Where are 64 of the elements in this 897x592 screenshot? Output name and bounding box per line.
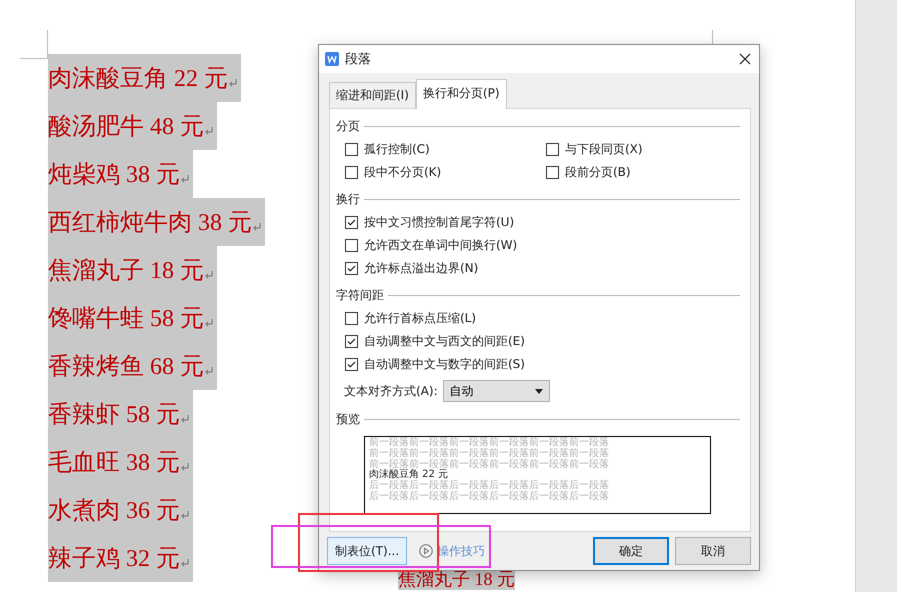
menu-item-text: 香辣烤鱼 68 元 <box>48 353 204 382</box>
align-dropdown[interactable]: 自动 <box>442 380 550 402</box>
checkbox-label: 允许标点溢出边界(N) <box>364 260 478 276</box>
dropdown-arrow-icon <box>534 388 543 394</box>
checkbox-label: 与下段同页(X) <box>565 140 643 158</box>
ok-button[interactable]: 确定 <box>593 537 669 565</box>
paragraph-mark-icon <box>205 367 213 375</box>
paragraph-mark-icon <box>181 511 189 519</box>
checkbox[interactable] <box>345 216 358 228</box>
checkbox-label: 孤行控制(C) <box>364 140 430 158</box>
checkbox[interactable] <box>345 262 358 274</box>
dialog-title: 段落 <box>345 51 372 68</box>
paragraph-mark-icon <box>181 463 189 471</box>
align-label: 文本对齐方式(A): <box>344 382 438 400</box>
preview-filler-text: 前一段落前一段落前一段落前一段落前一段落前一段落 <box>369 448 610 459</box>
tabs-button[interactable]: 制表位(T)... <box>327 537 408 565</box>
checkbox[interactable] <box>546 142 559 156</box>
section-title: 预览 <box>336 410 360 428</box>
paragraph-mark-icon <box>181 415 189 423</box>
checkbox[interactable] <box>546 166 559 178</box>
play-icon[interactable] <box>419 544 434 558</box>
section-title: 分页 <box>336 118 360 134</box>
checkbox[interactable] <box>345 334 358 348</box>
close-icon[interactable] <box>737 51 753 67</box>
menu-item-text: 肉沫酸豆角 22 元 <box>48 65 228 94</box>
paragraph-mark-icon <box>205 271 213 279</box>
menu-item-text: 西红柿炖牛肉 38 元 <box>48 209 252 238</box>
checkbox[interactable] <box>345 312 358 324</box>
checkbox[interactable] <box>345 238 358 252</box>
checkbox-label: 段中不分页(K) <box>364 164 442 180</box>
checkbox-label: 按中文习惯控制首尾字符(U) <box>364 214 514 230</box>
preview-filler-text: 后一段落后一段落后一段落后一段落后一段落后一段落 <box>369 492 610 503</box>
checkbox-label: 允许行首标点压缩(L) <box>364 310 476 326</box>
dialog-tab[interactable]: 换行和分页(P) <box>416 79 507 109</box>
menu-item-text: 馋嘴牛蛙 58 元 <box>48 305 204 334</box>
preview-filler-text: 前一段落前一段落前一段落前一段落前一段落前一段落 <box>369 460 610 470</box>
paragraph-mark-icon <box>181 559 189 567</box>
paragraph-mark-icon <box>205 319 213 327</box>
checkbox-label: 自动调整中文与西文的间距(E) <box>364 332 525 350</box>
menu-item-text: 香辣虾 58 元 <box>48 401 180 430</box>
checkbox[interactable] <box>345 166 358 178</box>
preview-sample-text: 肉沫酸豆角 22 元 <box>369 470 450 480</box>
section-title: 换行 <box>336 190 360 208</box>
paragraph-mark-icon <box>181 175 189 183</box>
menu-item-text: 水煮肉 36 元 <box>48 497 180 526</box>
cancel-button[interactable]: 取消 <box>675 537 751 565</box>
paragraph-mark-icon <box>229 79 237 87</box>
section-title: 字符间距 <box>336 286 384 304</box>
app-logo-icon <box>325 52 339 66</box>
checkbox[interactable] <box>345 142 358 156</box>
paragraph-mark-icon <box>205 127 213 135</box>
menu-item-text: 毛血旺 38 元 <box>48 449 180 478</box>
dialog-tab[interactable]: 缩进和间距(I) <box>329 82 416 108</box>
menu-item-text: 炖柴鸡 38 元 <box>48 161 180 190</box>
checkbox-label: 自动调整中文与数字的间距(S) <box>364 356 525 372</box>
checkbox[interactable] <box>345 358 358 370</box>
preview-filler-text: 前一段落前一段落前一段落前一段落前一段落前一段落 <box>369 438 610 448</box>
preview-filler-text: 后一段落后一段落后一段落后一段落后一段落后一段落 <box>369 481 610 492</box>
paragraph-mark-icon <box>253 223 261 231</box>
checkbox-label: 允许西文在单词中间换行(W) <box>364 236 518 254</box>
checkbox-label: 段前分页(B) <box>565 164 631 180</box>
menu-item-text: 辣子鸡 32 元 <box>48 545 180 574</box>
menu-item-text: 焦溜丸子 18 元 <box>48 257 204 286</box>
menu-item-text: 酸汤肥牛 48 元 <box>48 113 204 142</box>
